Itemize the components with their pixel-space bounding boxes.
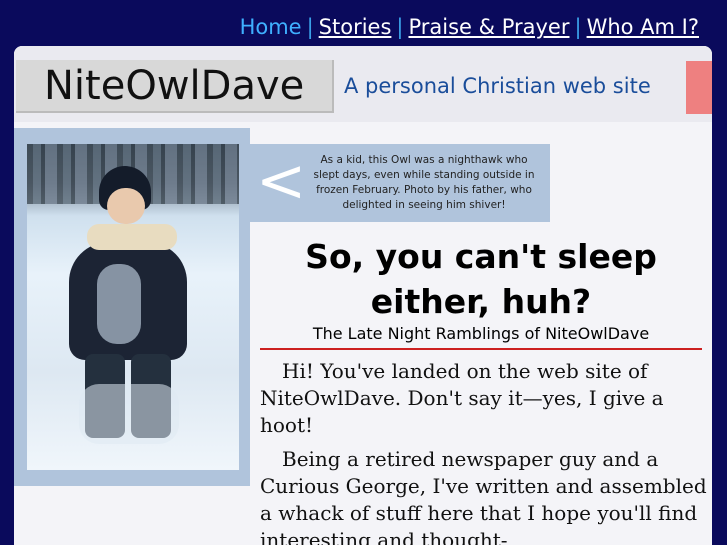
nav-link-home[interactable]: Home: [240, 15, 302, 39]
photo-caption: As a kid, this Owl was a nighthawk who s…: [313, 154, 535, 211]
intro-paragraph: Hi! You've landed on the web site of Nit…: [260, 359, 664, 437]
page-subhead: The Late Night Ramblings of NiteOwlDave: [312, 324, 650, 343]
divider-rule: [260, 348, 702, 350]
nav-separator: |: [396, 15, 404, 39]
decorative-block: [686, 61, 712, 114]
photo-snow-patch: [97, 264, 141, 344]
photo-scarf: [87, 224, 177, 250]
photo-frame: [14, 128, 250, 486]
site-logo[interactable]: NiteOwlDave: [44, 63, 304, 109]
content-area: < As a kid, this Owl was a nighthawk who…: [14, 122, 712, 545]
photo-face: [107, 188, 145, 224]
arrow-left-icon: <: [256, 146, 307, 216]
nav-link-stories[interactable]: Stories: [319, 15, 392, 39]
page-container: NiteOwlDave A personal Christian web sit…: [14, 46, 712, 545]
nav-separator: |: [306, 15, 314, 39]
logo-box[interactable]: NiteOwlDave: [16, 60, 334, 113]
nav-separator: |: [574, 15, 582, 39]
site-tagline: A personal Christian web site: [344, 74, 651, 98]
childhood-photo: [27, 144, 239, 470]
nav-link-who-am-i[interactable]: Who Am I?: [587, 15, 699, 39]
nav-link-praise-prayer[interactable]: Praise & Prayer: [408, 15, 569, 39]
page-headline: So, you can't sleep either, huh?: [305, 237, 657, 321]
photo-caption-box: < As a kid, this Owl was a nighthawk who…: [250, 144, 550, 222]
top-nav: Home | Stories | Praise & Prayer | Who Am I?: [0, 0, 727, 46]
body-paragraph: Being a retired newspaper guy and a Curi…: [260, 447, 707, 545]
photo-snow: [79, 384, 179, 444]
site-header: NiteOwlDave A personal Christian web sit…: [14, 46, 712, 122]
